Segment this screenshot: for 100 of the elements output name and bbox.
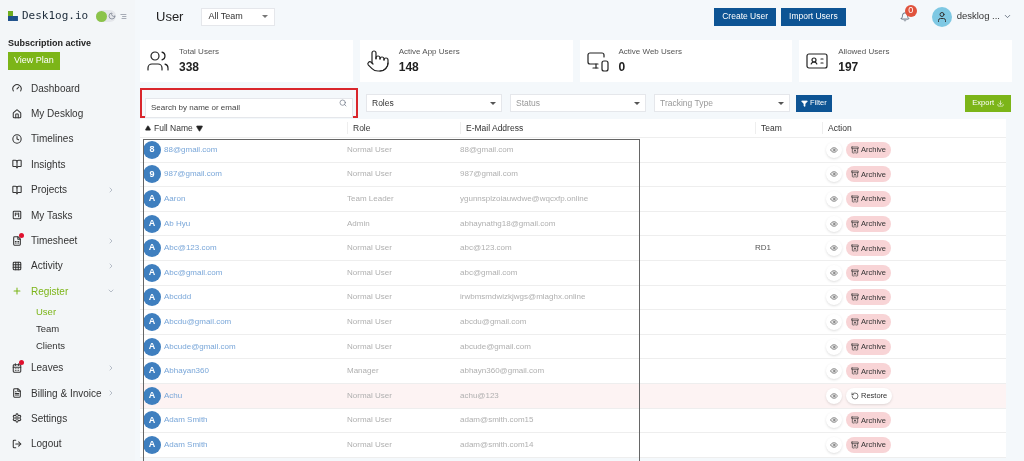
email-text: 88@gmail.com [460, 144, 514, 154]
email-text: 987@gmail.com [460, 169, 518, 179]
column-header: E-Mail Address [460, 121, 755, 135]
view-button[interactable] [826, 191, 842, 207]
team-text: RD1 [755, 243, 771, 253]
sidebar-item[interactable]: My Tasks [8, 202, 127, 228]
email-text: adam@smith.com15 [460, 415, 534, 425]
search-field[interactable]: Search by name or email [145, 97, 353, 118]
sidebar-item[interactable]: Projects [8, 177, 127, 203]
home-icon [12, 108, 22, 119]
email-text: abcude@gmail.com [460, 341, 531, 351]
sidebar-item[interactable]: Billing & Invoice [8, 380, 127, 406]
column-header[interactable]: Full Name [140, 121, 347, 135]
eye-icon [830, 170, 838, 179]
eye-icon [830, 145, 838, 154]
sidebar-item[interactable]: Insights [8, 151, 127, 178]
list-icon [12, 210, 22, 221]
email-text: abc@gmail.com [460, 267, 518, 277]
view-button[interactable] [826, 240, 842, 257]
view-button[interactable] [826, 387, 842, 404]
email-text: abc@123.com [460, 243, 512, 253]
grid-icon [12, 260, 22, 271]
column-header: Action [822, 121, 852, 135]
filter-select[interactable]: Roles [366, 94, 502, 112]
view-button[interactable] [826, 412, 842, 429]
view-button[interactable] [826, 215, 842, 232]
archive-icon [851, 145, 859, 154]
search-icon [339, 99, 347, 107]
role-text: Normal User [347, 144, 392, 154]
sidebar-item[interactable]: Timesheet [8, 227, 127, 254]
sidebar-item[interactable]: Timelines [8, 126, 127, 152]
sidebar-item[interactable]: My Desklog [8, 100, 127, 127]
role-text: Normal User [347, 415, 392, 425]
archive-icon [851, 244, 859, 253]
column-header: Team [755, 121, 822, 135]
book-icon [12, 159, 22, 170]
eye-icon [830, 219, 838, 228]
archive-icon [851, 416, 859, 425]
email-text: irwbmsmdwizkjwgs@mlaghx.online [460, 292, 586, 302]
notification-badge: 0 [904, 4, 917, 17]
submenu-item[interactable]: Clients [8, 338, 127, 355]
restore-icon [851, 391, 859, 400]
gauge-icon [12, 83, 22, 94]
eye-icon [830, 268, 838, 277]
monitor-icon [585, 49, 610, 73]
book-icon [12, 184, 22, 195]
user-avatar[interactable] [931, 6, 952, 27]
archive-icon [851, 268, 859, 277]
eye-icon [830, 367, 838, 376]
sidebar-item[interactable]: Settings [8, 405, 127, 432]
email-text: abhayn360@gmail.com [460, 366, 545, 376]
import-users-button[interactable]: Import Users [781, 7, 846, 26]
eye-icon [830, 391, 838, 400]
archive-icon [851, 195, 859, 203]
calendar-icon [12, 362, 22, 373]
sidebar-item[interactable]: Activity [8, 253, 127, 279]
theme-toggle[interactable] [96, 10, 117, 23]
column-header: Role [347, 121, 460, 135]
chevron-right-icon [107, 185, 115, 194]
view-button[interactable] [826, 338, 842, 355]
hand-pointer-icon [365, 49, 390, 73]
email-text: abhaynathg18@gmail.com [460, 218, 556, 228]
document-icon [12, 388, 22, 399]
create-user-button[interactable]: Create User [714, 7, 777, 26]
view-button[interactable] [826, 313, 842, 330]
stat-label: Total Users [179, 46, 219, 58]
caret-icon [490, 101, 496, 105]
team-select[interactable]: All Team [201, 7, 276, 26]
caret-icon [262, 15, 269, 18]
stat-label: Active Web Users [618, 46, 682, 58]
role-text: Normal User [347, 341, 392, 351]
role-text: Normal User [347, 292, 392, 302]
view-button[interactable] [826, 289, 842, 306]
notification-bell-icon[interactable] [899, 11, 910, 22]
email-text: abcdu@gmail.com [460, 316, 527, 326]
chevron-down-icon[interactable] [1003, 12, 1012, 21]
chevron-right-icon [107, 363, 115, 372]
stat-value: 148 [398, 59, 420, 76]
view-button[interactable] [826, 436, 842, 453]
submenu-item[interactable]: Team [8, 321, 127, 338]
stat-value: 338 [179, 59, 201, 76]
stat-value: 197 [838, 59, 860, 76]
account-name[interactable]: desklog ... [956, 9, 1000, 24]
role-text: Normal User [347, 267, 392, 277]
view-button[interactable] [826, 363, 842, 380]
plus-icon [12, 286, 22, 297]
view-button[interactable] [826, 264, 842, 281]
eye-icon [830, 195, 838, 203]
role-text: Manager [347, 366, 379, 376]
caret-icon [778, 101, 784, 105]
email-text: ygunnsplzoiauwdwe@wqcxfp.online [460, 194, 589, 203]
view-button[interactable] [826, 166, 842, 183]
view-button[interactable] [826, 141, 842, 158]
role-text: Normal User [347, 316, 392, 326]
sidebar-item[interactable]: Logout [8, 431, 127, 457]
sidebar-item[interactable]: Dashboard [8, 75, 127, 101]
sidebar-item[interactable]: Leaves [8, 355, 127, 381]
users-icon [146, 49, 170, 73]
chevron-right-icon [107, 389, 115, 398]
eye-icon [830, 293, 838, 302]
